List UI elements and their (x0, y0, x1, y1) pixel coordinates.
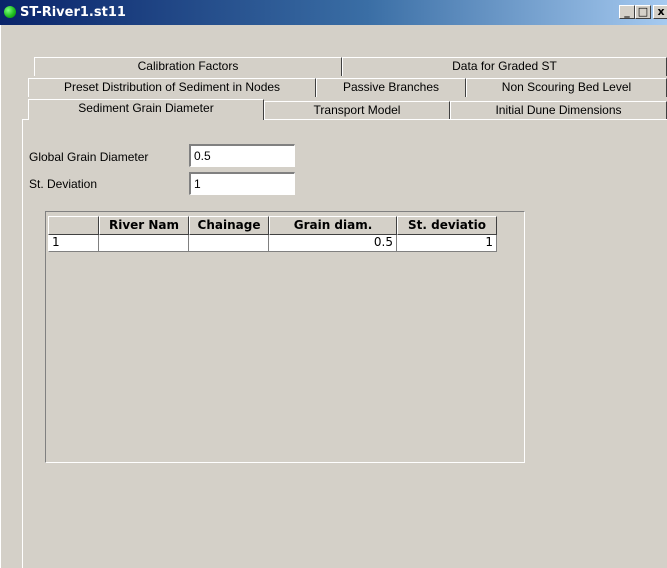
minimize-button[interactable]: _ (619, 5, 635, 19)
grid-corner-header[interactable] (48, 216, 99, 235)
data-grid[interactable]: River Nam Chainage Grain diam. St. devia… (45, 211, 525, 463)
window-border (0, 25, 3, 568)
cell-river-name[interactable] (99, 235, 189, 252)
maximize-button[interactable]: □ (635, 5, 651, 19)
window-title: ST-River1.st11 (20, 5, 126, 20)
window: ST-River1.st11 _ □ x Calibration Factors… (0, 0, 667, 568)
title-bar[interactable]: ST-River1.st11 _ □ x (0, 0, 667, 25)
tab-data-for-graded-st[interactable]: Data for Graded ST (342, 57, 667, 76)
st-deviation-input[interactable]: 1 (189, 172, 295, 195)
tab-preset-distribution[interactable]: Preset Distribution of Sediment in Nodes (28, 78, 316, 97)
tab-passive-branches[interactable]: Passive Branches (316, 78, 466, 97)
tab-sediment-grain-diameter[interactable]: Sediment Grain Diameter (28, 99, 264, 120)
close-button[interactable]: x (653, 5, 667, 19)
row-header[interactable]: 1 (48, 235, 99, 252)
tab-strip: Calibration Factors Data for Graded ST P… (22, 55, 667, 127)
column-header-chainage[interactable]: Chainage (189, 216, 269, 235)
column-header-st-deviation[interactable]: St. deviatio (397, 216, 497, 235)
st-deviation-label: St. Deviation (29, 177, 98, 191)
global-grain-diameter-input[interactable]: 0.5 (189, 144, 295, 167)
global-grain-diameter-label: Global Grain Diameter (29, 150, 149, 164)
tab-transport-model[interactable]: Transport Model (264, 101, 450, 120)
cell-chainage[interactable] (189, 235, 269, 252)
column-header-grain-diam[interactable]: Grain diam. (269, 216, 397, 235)
tab-non-scouring-bed-level[interactable]: Non Scouring Bed Level (466, 78, 667, 97)
cell-grain-diam[interactable]: 0.5 (269, 235, 397, 252)
column-header-river-name[interactable]: River Nam (99, 216, 189, 235)
tab-calibration-factors[interactable]: Calibration Factors (34, 57, 342, 76)
cell-st-deviation[interactable]: 1 (397, 235, 497, 252)
tab-initial-dune-dimensions[interactable]: Initial Dune Dimensions (450, 101, 667, 120)
app-icon (4, 6, 16, 18)
